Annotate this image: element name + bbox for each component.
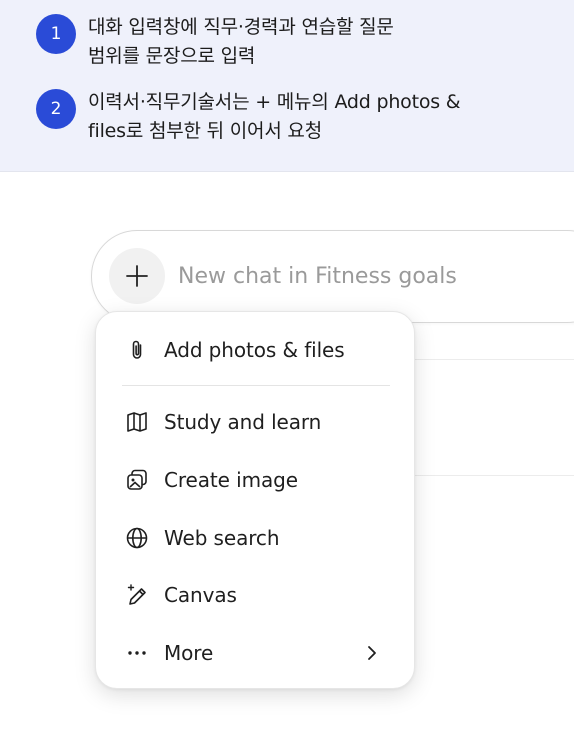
image-icon <box>124 467 150 493</box>
add-attachment-button[interactable] <box>109 248 165 304</box>
step-number-badge: 2 <box>36 89 76 129</box>
menu-item-study-and-learn[interactable]: Study and learn <box>110 399 400 445</box>
page: 1 대화 입력창에 직무·경력과 연습할 질문 범위를 문장으로 입력 2 이력… <box>0 0 574 742</box>
globe-icon <box>124 525 150 551</box>
step-text: 대화 입력창에 직무·경력과 연습할 질문 범위를 문장으로 입력 <box>88 16 394 67</box>
menu-item-label: Create image <box>164 468 298 492</box>
step-number-badge: 1 <box>36 14 76 54</box>
menu-item-label: Add photos & files <box>164 338 345 362</box>
menu-item-label: Study and learn <box>164 410 322 434</box>
step-1: 1 대화 입력창에 직무·경력과 연습할 질문 범위를 문장으로 입력 <box>36 14 394 71</box>
menu-item-label: Canvas <box>164 583 237 607</box>
chevron-right-icon <box>368 646 376 660</box>
menu-divider <box>122 385 390 386</box>
menu-item-canvas[interactable]: Canvas <box>110 572 400 618</box>
menu-item-label: Web search <box>164 526 280 550</box>
menu-item-create-image[interactable]: Create image <box>110 457 400 503</box>
instruction-banner: 1 대화 입력창에 직무·경력과 연습할 질문 범위를 문장으로 입력 2 이력… <box>0 0 574 172</box>
paperclip-icon <box>124 337 150 363</box>
menu-item-more[interactable]: More <box>110 630 400 676</box>
step-2: 2 이력서·직무기술서는 + 메뉴의 Add photos & files로 첨… <box>36 89 461 146</box>
chat-composer <box>91 230 574 323</box>
menu-item-web-search[interactable]: Web search <box>110 515 400 561</box>
plus-icon <box>126 265 148 287</box>
pen-sparkle-icon <box>124 582 150 608</box>
book-icon <box>124 409 150 435</box>
menu-item-add-photos-files[interactable]: Add photos & files <box>110 327 400 373</box>
attachment-menu: Add photos & files Study and learn Creat… <box>95 311 415 689</box>
menu-item-label: More <box>164 641 214 665</box>
chat-input[interactable] <box>178 259 574 293</box>
step-text: 이력서·직무기술서는 + 메뉴의 Add photos & files로 첨부한… <box>88 91 461 142</box>
ellipsis-icon <box>124 640 150 666</box>
